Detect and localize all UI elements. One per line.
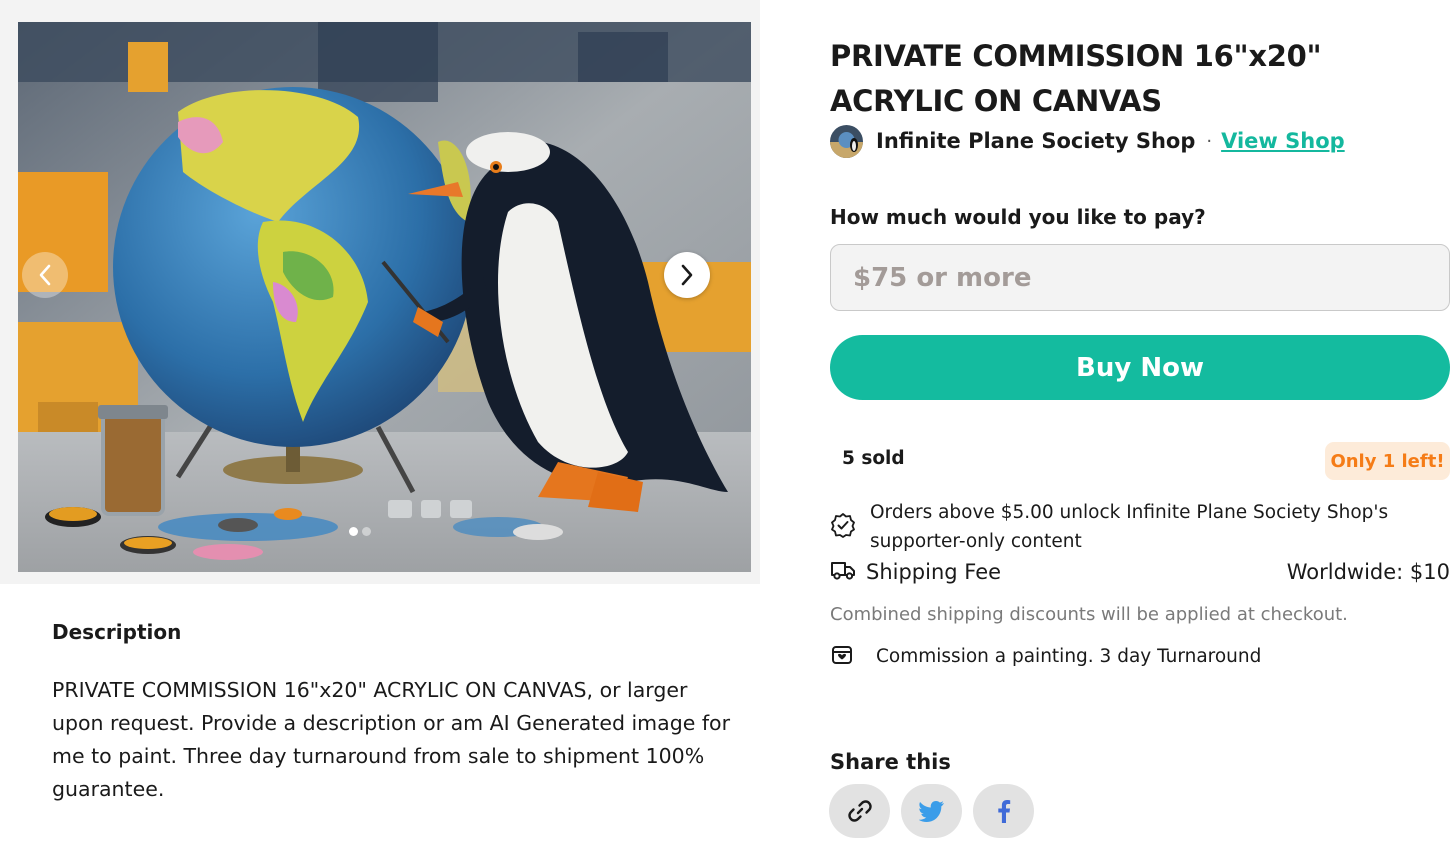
pay-label: How much would you like to pay? — [830, 205, 1206, 229]
product-image[interactable] — [18, 22, 751, 572]
commission-text: Commission a painting. 3 day Turnaround — [876, 645, 1262, 667]
chevron-left-icon — [39, 264, 51, 286]
gift-box-icon — [830, 642, 854, 670]
share-facebook-button[interactable] — [973, 784, 1034, 838]
product-title: PRIVATE COMMISSION 16"x20" ACRYLIC ON CA… — [830, 39, 1322, 118]
pagination-dot-1[interactable] — [349, 527, 358, 536]
description-title: Description — [52, 620, 182, 644]
buy-now-button[interactable]: Buy Now — [830, 335, 1450, 400]
shop-info: Infinite Plane Society Shop · View Shop — [830, 124, 1345, 158]
twitter-icon — [918, 801, 944, 822]
shipping-note: Combined shipping discounts will be appl… — [830, 604, 1348, 625]
commission-info: Commission a painting. 3 day Turnaround — [830, 642, 1261, 670]
share-title: Share this — [830, 750, 951, 774]
stock-badge: Only 1 left! — [1325, 442, 1450, 480]
link-icon — [847, 800, 872, 822]
shop-avatar[interactable] — [830, 124, 863, 158]
supporter-perk: Orders above $5.00 unlock Infinite Plane… — [830, 498, 1450, 556]
shop-name[interactable]: Infinite Plane Society Shop — [876, 129, 1195, 153]
shipping-row: Shipping Fee Worldwide: $10 — [830, 557, 1450, 587]
shipping-label: Shipping Fee — [866, 560, 1002, 584]
truck-icon — [830, 559, 856, 585]
share-twitter-button[interactable] — [901, 784, 962, 838]
share-link-button[interactable] — [829, 784, 890, 838]
shipping-value: Worldwide: $10 — [1286, 560, 1450, 584]
sold-count: 5 sold — [842, 448, 905, 469]
gallery-pagination — [349, 527, 371, 536]
check-badge-icon — [830, 512, 858, 556]
product-gallery — [0, 0, 760, 584]
separator-dot: · — [1206, 130, 1213, 152]
chevron-right-icon — [681, 264, 693, 286]
gallery-next-button[interactable] — [664, 252, 710, 298]
description-body: PRIVATE COMMISSION 16"x20" ACRYLIC ON CA… — [52, 678, 731, 801]
gallery-prev-button[interactable] — [22, 252, 68, 298]
facebook-icon — [997, 800, 1010, 823]
pay-amount-input[interactable] — [830, 244, 1450, 311]
view-shop-link[interactable]: View Shop — [1221, 129, 1345, 153]
pagination-dot-2[interactable] — [362, 527, 371, 536]
supporter-perk-text: Orders above $5.00 unlock Infinite Plane… — [870, 502, 1389, 552]
share-buttons — [829, 784, 1034, 838]
